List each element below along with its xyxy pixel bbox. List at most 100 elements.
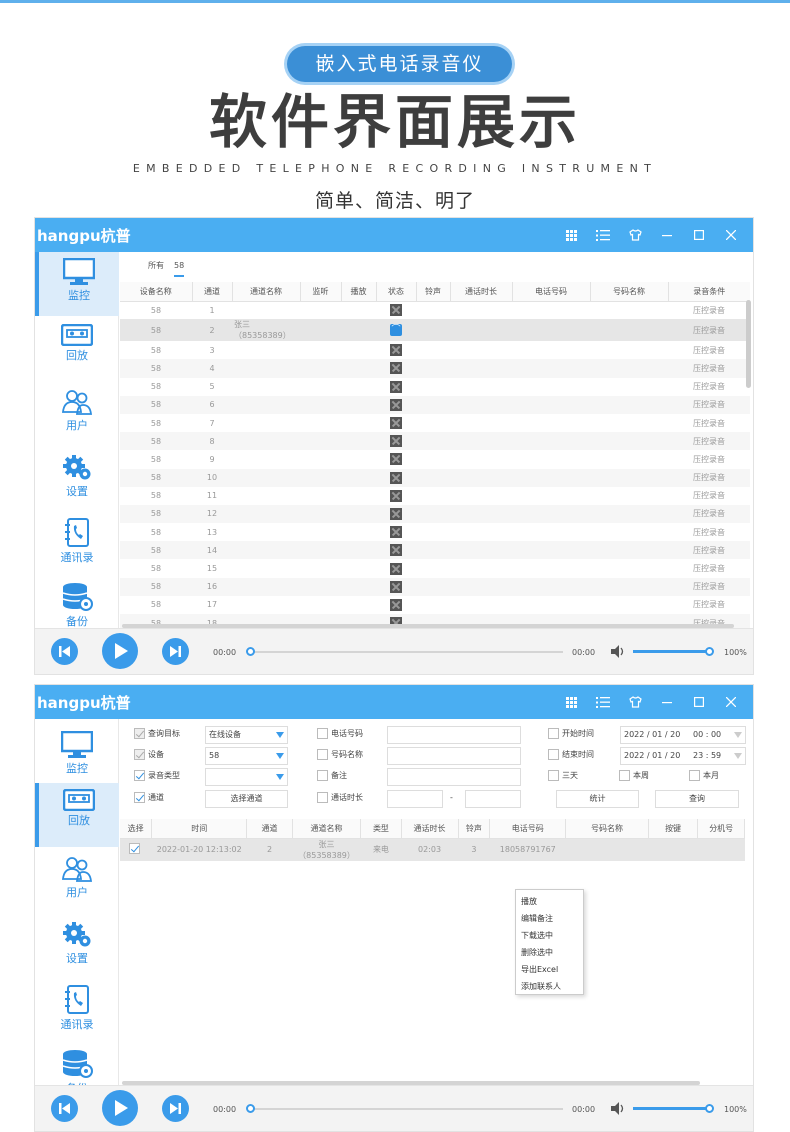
prev-button[interactable]: [51, 638, 78, 665]
maximize-icon[interactable]: [683, 685, 715, 719]
table-row[interactable]: 2022-01-20 12:13:02 2 张三（85358389） 来电 02:03 3…: [120, 838, 745, 861]
device-select[interactable]: 58: [205, 747, 288, 765]
prev-button[interactable]: [51, 1095, 78, 1122]
col-ring[interactable]: 铃声: [458, 819, 491, 839]
col-ring[interactable]: 铃声: [416, 282, 451, 302]
sidebar-item-contacts[interactable]: 通讯录: [35, 512, 119, 576]
table-row[interactable]: 58 16 压控录音: [120, 577, 750, 596]
table-row[interactable]: 58 7 压控录音: [120, 414, 750, 432]
phone-input[interactable]: [387, 726, 521, 744]
sidebar-item-playback[interactable]: 回放: [35, 783, 119, 847]
this-month-check[interactable]: 本月: [689, 770, 719, 781]
volume-icon[interactable]: [611, 645, 625, 658]
phone-check[interactable]: 电话号码: [317, 728, 363, 739]
table-row[interactable]: 58 15 压控录音: [120, 559, 750, 577]
table-row[interactable]: 58 12 压控录音: [120, 504, 750, 524]
table-row[interactable]: 58 3 压控录音: [120, 341, 750, 359]
col-phone[interactable]: 电话号码: [489, 819, 567, 839]
menu-item-play[interactable]: 播放: [516, 893, 583, 910]
col-status[interactable]: 状态: [376, 282, 417, 302]
sidebar-item-monitor[interactable]: 监控: [35, 725, 119, 789]
this-week-check[interactable]: 本周: [619, 770, 649, 781]
col-channel[interactable]: 通道: [192, 282, 233, 302]
start-time-check[interactable]: 开始时间: [548, 728, 594, 739]
col-select[interactable]: 选择: [120, 819, 153, 839]
progress-handle[interactable]: [246, 647, 255, 656]
volume-track[interactable]: [633, 1107, 709, 1110]
query-target-select[interactable]: 在线设备: [205, 726, 288, 744]
sidebar-item-playback[interactable]: 回放: [35, 318, 119, 382]
table-row[interactable]: 58 13 压控录音: [120, 523, 750, 541]
device-check[interactable]: 设备: [134, 749, 164, 760]
table-row[interactable]: 58 1 压控录音: [120, 301, 750, 319]
grid-icon[interactable]: [555, 685, 587, 719]
menu-item-edit-note[interactable]: 编辑备注: [516, 910, 583, 927]
table-row[interactable]: 58 10 压控录音: [120, 468, 750, 487]
play-button[interactable]: [102, 1090, 138, 1126]
sidebar-item-contacts[interactable]: 通讯录: [35, 979, 119, 1043]
vertical-scrollbar[interactable]: [746, 300, 751, 388]
table-row[interactable]: 58 2 张三（85358389） ⌒ 压控录音: [120, 319, 750, 342]
col-extension[interactable]: 分机号: [697, 819, 745, 839]
query-target-check[interactable]: 查询目标: [134, 728, 180, 739]
table-row[interactable]: 58 9 压控录音: [120, 450, 750, 468]
volume-handle[interactable]: [705, 647, 714, 656]
name-input[interactable]: [387, 747, 521, 765]
progress-handle[interactable]: [246, 1104, 255, 1113]
volume-icon[interactable]: [611, 1102, 625, 1115]
end-datetime-input[interactable]: 2022 / 01 / 20 23 : 59: [620, 747, 746, 765]
duration-min-input[interactable]: [387, 790, 443, 808]
channel-check[interactable]: 通道: [134, 792, 164, 803]
volume-handle[interactable]: [705, 1104, 714, 1113]
col-phone-name[interactable]: 号码名称: [590, 282, 669, 302]
col-channel[interactable]: 通道: [246, 819, 293, 839]
sidebar-item-users[interactable]: 用户: [35, 849, 119, 913]
menu-item-download[interactable]: 下载选中: [516, 927, 583, 944]
name-check[interactable]: 号码名称: [317, 749, 363, 760]
grid-icon[interactable]: [555, 218, 587, 252]
duration-check[interactable]: 通话时长: [317, 792, 363, 803]
menu-item-delete[interactable]: 删除选中: [516, 944, 583, 961]
col-key[interactable]: 按键: [648, 819, 699, 839]
sidebar-item-settings[interactable]: 设置: [35, 448, 119, 512]
table-row[interactable]: 58 11 压控录音: [120, 487, 750, 505]
col-duration[interactable]: 通话时长: [401, 819, 459, 839]
note-check[interactable]: 备注: [317, 770, 347, 781]
col-channel-name[interactable]: 通道名称: [292, 819, 362, 839]
play-button[interactable]: [102, 633, 138, 669]
table-row[interactable]: 58 4 压控录音: [120, 359, 750, 378]
col-type[interactable]: 类型: [360, 819, 402, 839]
tab-58[interactable]: 58: [174, 261, 185, 277]
skin-icon[interactable]: [619, 218, 651, 252]
col-phone-name[interactable]: 号码名称: [565, 819, 649, 839]
close-icon[interactable]: [715, 218, 747, 252]
progress-track[interactable]: [251, 651, 563, 653]
col-time[interactable]: 时间: [151, 819, 248, 839]
sidebar-item-settings[interactable]: 设置: [35, 915, 119, 979]
note-input[interactable]: [387, 768, 521, 786]
table-row[interactable]: 58 17 压控录音: [120, 596, 750, 614]
start-datetime-input[interactable]: 2022 / 01 / 20 00 : 00: [620, 726, 746, 744]
col-channel-name[interactable]: 通道名称: [232, 282, 301, 302]
volume-track[interactable]: [633, 650, 709, 653]
maximize-icon[interactable]: [683, 218, 715, 252]
progress-track[interactable]: [251, 1108, 563, 1110]
menu-item-add-contact[interactable]: 添加联系人: [516, 978, 583, 995]
next-button[interactable]: [162, 638, 189, 665]
table-row[interactable]: 58 6 压控录音: [120, 395, 750, 414]
menu-item-export-excel[interactable]: 导出Excel: [516, 961, 583, 978]
cell-select[interactable]: [120, 838, 152, 861]
minimize-icon[interactable]: [651, 685, 683, 719]
statistics-button[interactable]: 统计: [556, 790, 639, 808]
tab-all[interactable]: 所有: [148, 261, 164, 270]
row-checkbox[interactable]: [128, 843, 140, 854]
record-type-check[interactable]: 录音类型: [134, 770, 180, 781]
col-condition[interactable]: 录音条件: [668, 282, 750, 302]
duration-max-input[interactable]: [465, 790, 521, 808]
next-button[interactable]: [162, 1095, 189, 1122]
list-icon[interactable]: [587, 685, 619, 719]
skin-icon[interactable]: [619, 685, 651, 719]
col-listen[interactable]: 监听: [300, 282, 342, 302]
close-icon[interactable]: [715, 685, 747, 719]
table-row[interactable]: 58 14 压控录音: [120, 541, 750, 560]
